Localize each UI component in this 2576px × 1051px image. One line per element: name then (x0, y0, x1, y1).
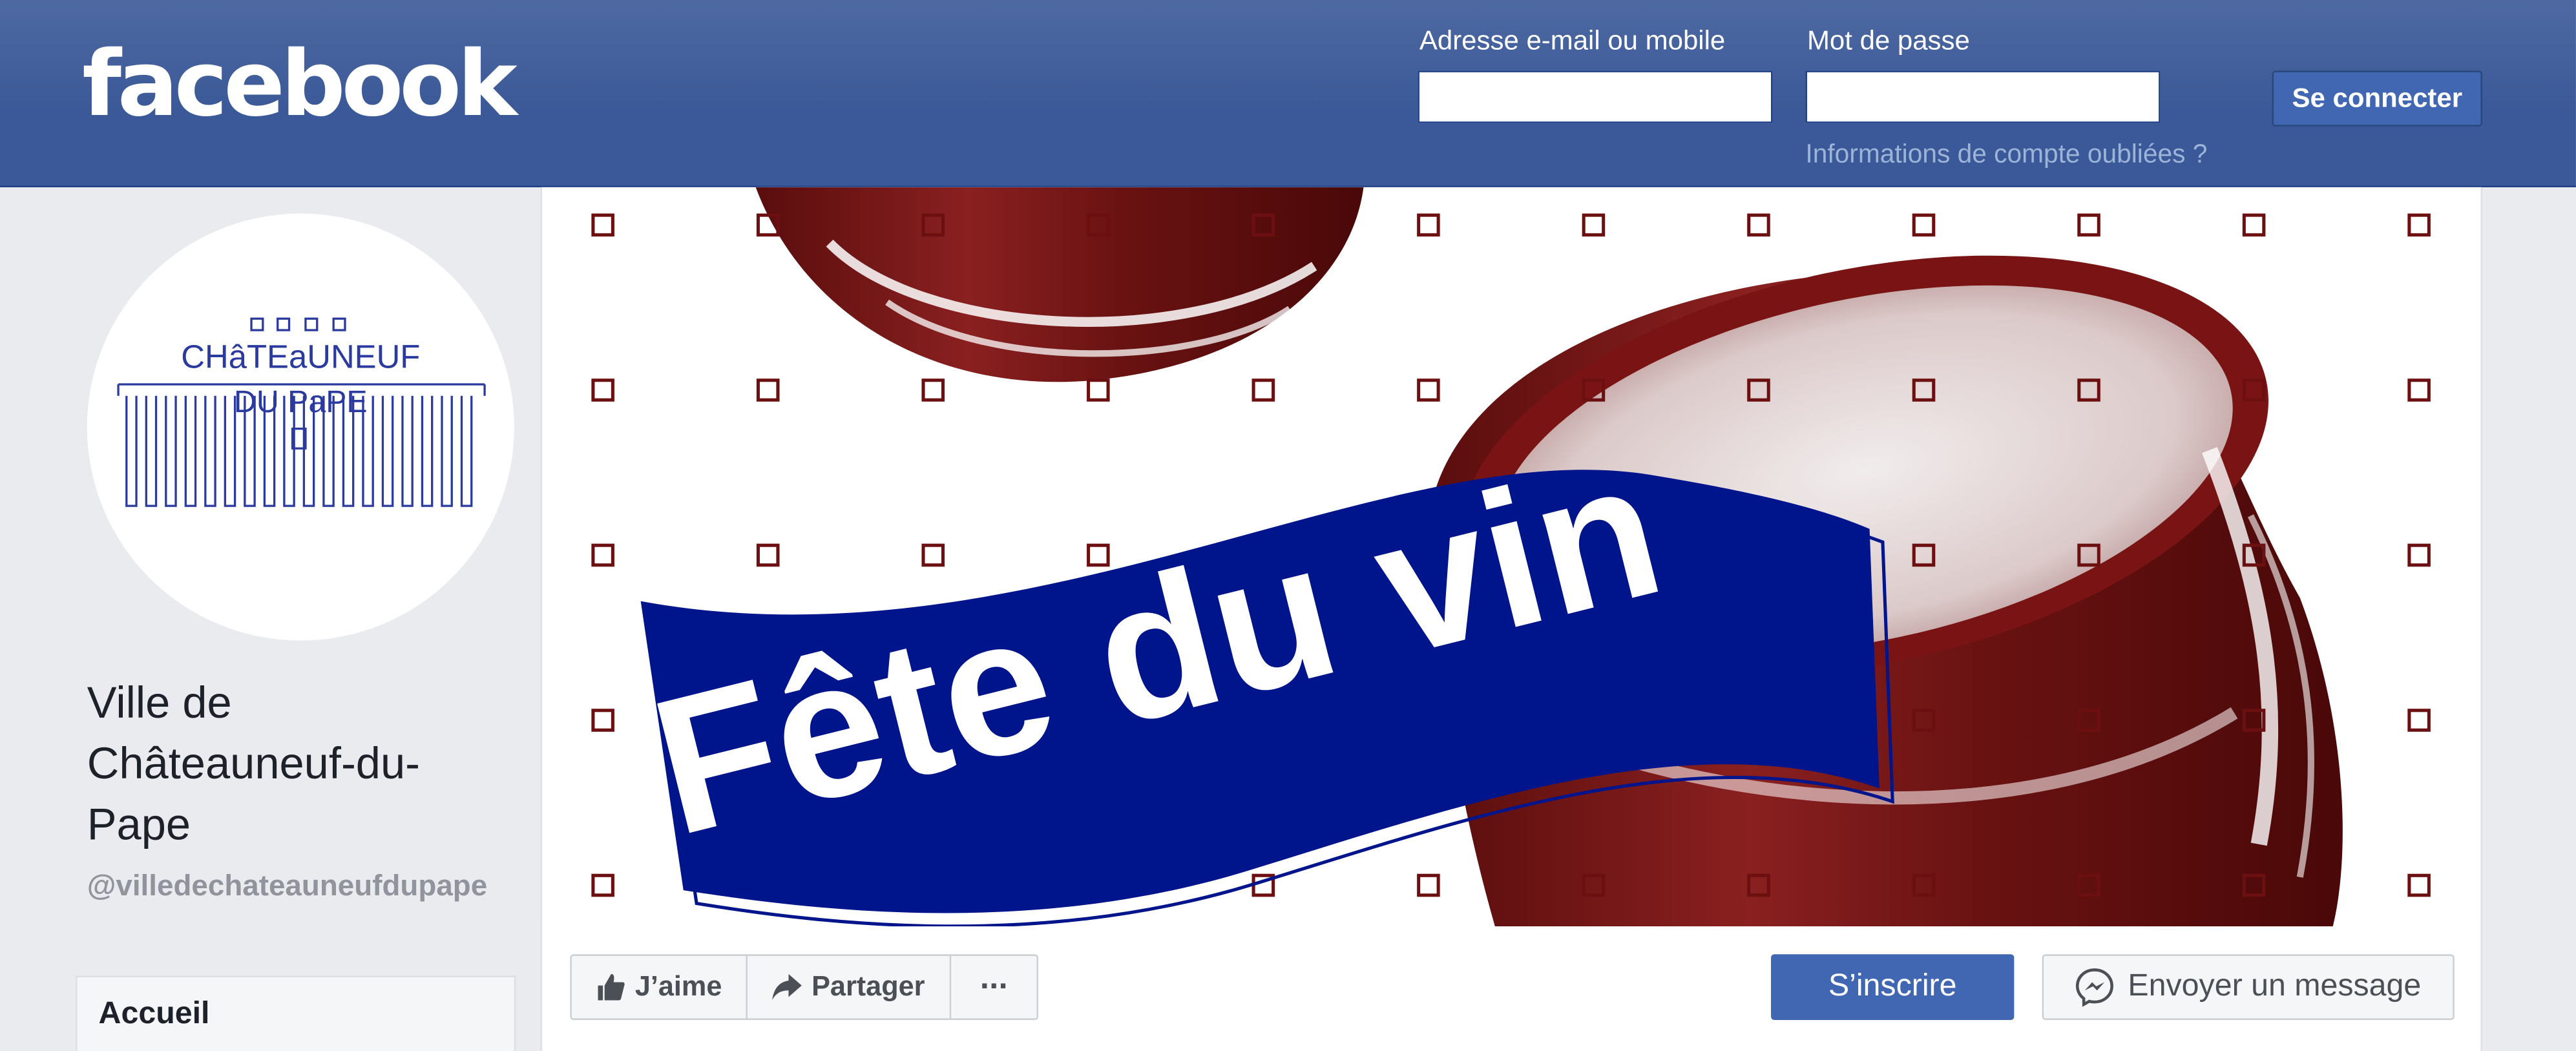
login-button[interactable]: Se connecter (2272, 70, 2483, 127)
cover-image: Fête du vin (542, 187, 2481, 927)
messenger-icon (2076, 968, 2114, 1007)
send-message-button[interactable]: Envoyer un message (2042, 954, 2455, 1021)
cover-photo[interactable]: Fête du vin (542, 187, 2481, 927)
password-label: Mot de passe (1806, 26, 1970, 56)
profile-picture[interactable]: CHâTEaUNEUF DU PaPE (87, 213, 514, 641)
subscribe-button[interactable]: S’inscrire (1771, 954, 2015, 1021)
email-input[interactable] (1418, 70, 1773, 123)
nav-item-accueil[interactable]: Accueil (75, 975, 516, 1051)
chateauneuf-logo-icon: CHâTEaUNEUF DU PaPE (117, 317, 486, 507)
email-label: Adresse e-mail ou mobile (1419, 26, 1726, 56)
page: facebook Adresse e-mail ou mobile Mot de… (0, 0, 2576, 1051)
thumbs-up-icon (597, 973, 624, 1001)
send-message-label: Envoyer un message (2128, 969, 2422, 1004)
password-input[interactable] (1805, 70, 2161, 123)
more-dots-icon: ··· (979, 968, 1010, 1004)
like-button[interactable]: J’aime (572, 955, 748, 1019)
forgot-account-link[interactable]: Informations de compte oubliées ? (1805, 141, 2207, 171)
like-label: J’aime (634, 970, 722, 1003)
share-button[interactable]: Partager (748, 955, 952, 1019)
page-action-group: J’aime Partager ··· (570, 954, 1038, 1021)
logo-line2: DU PaPE (234, 384, 368, 419)
page-name[interactable]: Ville de Châteauneuf-du-Pape (87, 674, 481, 856)
page-handle[interactable]: @villedechateauneufdupape (87, 868, 508, 904)
share-label: Partager (812, 970, 925, 1003)
share-arrow-icon (772, 973, 802, 1001)
logo-line1: CHâTEaUNEUF (181, 338, 420, 375)
top-bar: facebook Adresse e-mail ou mobile Mot de… (0, 0, 2576, 187)
more-options-button[interactable]: ··· (951, 956, 1036, 1019)
facebook-logo[interactable]: facebook (82, 39, 518, 130)
